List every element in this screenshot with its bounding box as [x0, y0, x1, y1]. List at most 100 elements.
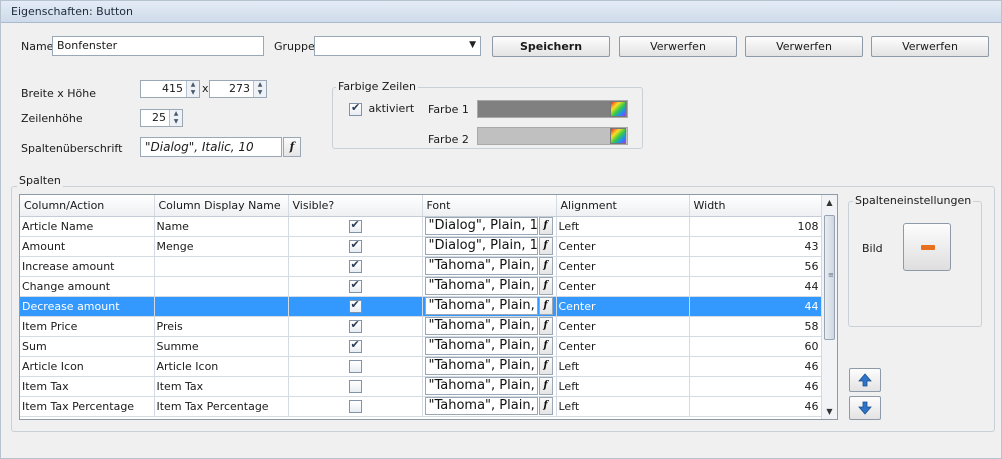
cell-width[interactable]: 108: [689, 216, 824, 237]
cell-alignment[interactable]: Left: [556, 356, 690, 377]
cell-width[interactable]: 46: [689, 356, 824, 377]
visible-checkbox[interactable]: [348, 379, 362, 393]
font-chooser-icon[interactable]: f: [538, 237, 553, 255]
table-row[interactable]: Article NameName "Dialog", Plain, 12fLeft…: [20, 216, 824, 237]
column-header[interactable]: Column Display Name: [154, 195, 289, 217]
table-row[interactable]: Item Tax Percentage Item Tax Percentage "T…: [20, 396, 824, 417]
font-chooser-icon[interactable]: f: [538, 377, 553, 395]
font-chooser-icon[interactable]: f: [538, 297, 553, 315]
table-row[interactable]: Article Icon Article Icon "Tahoma", Plain,…: [20, 356, 824, 377]
farbe1-color-field[interactable]: [477, 100, 628, 118]
cell-font[interactable]: "Tahoma", Plain, 14f: [422, 396, 557, 417]
cell-width[interactable]: 56: [689, 256, 824, 277]
cell-font[interactable]: "Tahoma", Plain, 14f: [422, 316, 557, 337]
name-input[interactable]: Bonfenster: [52, 36, 264, 56]
color-palette-icon[interactable]: [610, 128, 626, 144]
cell-alignment[interactable]: Center: [556, 316, 690, 337]
discard-button-2[interactable]: Verwerfen: [745, 36, 863, 57]
cell-font[interactable]: "Tahoma", Plain, 14f: [422, 356, 557, 377]
font-chooser-icon[interactable]: f: [538, 397, 553, 415]
cell-alignment[interactable]: Center: [556, 296, 690, 317]
cell-display-name[interactable]: Item Tax Percentage: [154, 396, 289, 417]
cell-alignment[interactable]: Center: [556, 276, 690, 297]
column-header[interactable]: Width: [689, 195, 824, 217]
column-header[interactable]: Font: [422, 195, 557, 217]
cell-alignment[interactable]: Center: [556, 256, 690, 277]
cell-width[interactable]: 46: [689, 376, 824, 397]
font-chooser-icon[interactable]: f: [538, 317, 553, 335]
font-chooser-icon[interactable]: f: [283, 137, 301, 157]
cell-action[interactable]: Increase amount: [20, 256, 155, 277]
table-row[interactable]: Item PricePreis "Tahoma", Plain, 14fCente…: [20, 316, 824, 337]
width-spinner[interactable]: 415 ▲ ▼: [140, 80, 200, 98]
column-header[interactable]: Alignment: [556, 195, 690, 217]
cell-font[interactable]: "Tahoma", Plain, 14f: [422, 336, 557, 357]
cell-display-name[interactable]: [154, 296, 289, 317]
table-row[interactable]: AmountMenge "Dialog", Plain, 14fCenter43: [20, 236, 824, 257]
aktiviert-row[interactable]: aktiviert: [349, 101, 414, 116]
column-header[interactable]: Visible?: [288, 195, 423, 217]
cell-alignment[interactable]: Center: [556, 336, 690, 357]
visible-checkbox[interactable]: [348, 318, 362, 333]
cell-action[interactable]: Article Name: [20, 216, 155, 237]
scroll-down-icon[interactable]: ▼: [822, 404, 837, 419]
gruppe-combobox[interactable]: ▼: [314, 36, 481, 56]
zeilenhoehe-spinner[interactable]: 25 ▲ ▼: [140, 109, 183, 127]
height-spinner[interactable]: 273 ▲ ▼: [209, 80, 267, 98]
cell-font[interactable]: "Tahoma", Plain, 14f: [422, 256, 557, 277]
visible-checkbox[interactable]: [348, 399, 362, 413]
cell-alignment[interactable]: Left: [556, 396, 690, 417]
discard-button-1[interactable]: Verwerfen: [619, 36, 737, 57]
column-header[interactable]: Column/Action: [20, 195, 155, 217]
cell-font[interactable]: "Dialog", Plain, 12f: [422, 216, 557, 237]
move-up-button[interactable]: [849, 368, 881, 392]
aktiviert-checkbox[interactable]: [349, 101, 362, 116]
cell-display-name[interactable]: [154, 276, 289, 297]
cell-display-name[interactable]: Menge: [154, 236, 289, 257]
cell-visible[interactable]: [288, 396, 423, 417]
visible-checkbox[interactable]: [348, 278, 362, 293]
font-chooser-icon[interactable]: f: [538, 217, 553, 235]
cell-visible[interactable]: [288, 376, 423, 397]
cell-display-name[interactable]: Name: [154, 216, 289, 237]
cell-alignment[interactable]: Left: [556, 216, 690, 237]
table-row[interactable]: Change amount "Tahoma", Plain, 14fCenter4…: [20, 276, 824, 297]
cell-font[interactable]: "Dialog", Plain, 14f: [422, 236, 557, 257]
cell-width[interactable]: 44: [689, 296, 824, 317]
font-chooser-icon[interactable]: f: [538, 277, 553, 295]
farbe2-color-field[interactable]: [477, 127, 628, 145]
table-row[interactable]: SumSumme "Tahoma", Plain, 14fCenter60: [20, 336, 824, 357]
cell-display-name[interactable]: Summe: [154, 336, 289, 357]
bild-button[interactable]: [903, 223, 951, 271]
visible-checkbox[interactable]: [348, 338, 362, 353]
discard-button-3[interactable]: Verwerfen: [871, 36, 989, 57]
cell-width[interactable]: 44: [689, 276, 824, 297]
spinner-arrows-icon[interactable]: ▲ ▼: [169, 110, 182, 126]
move-down-button[interactable]: [849, 396, 881, 420]
table-row[interactable]: Decrease amount "Tahoma", Plain, 14fCente…: [20, 296, 824, 317]
color-palette-icon[interactable]: [610, 101, 626, 117]
cell-font[interactable]: "Tahoma", Plain, 14f: [422, 376, 557, 397]
cell-alignment[interactable]: Left: [556, 376, 690, 397]
save-button[interactable]: Speichern: [492, 36, 610, 57]
cell-width[interactable]: 58: [689, 316, 824, 337]
table-scrollbar[interactable]: ▲ ≡ ▼: [821, 195, 837, 419]
cell-visible[interactable]: [288, 296, 423, 317]
table-row[interactable]: Increase amount "Tahoma", Plain, 14fCente…: [20, 256, 824, 277]
cell-action[interactable]: Item Tax: [20, 376, 155, 397]
scroll-thumb[interactable]: ≡: [824, 215, 835, 340]
scroll-up-icon[interactable]: ▲: [822, 195, 837, 210]
cell-width[interactable]: 60: [689, 336, 824, 357]
cell-visible[interactable]: [288, 336, 423, 357]
cell-display-name[interactable]: Article Icon: [154, 356, 289, 377]
font-chooser-icon[interactable]: f: [538, 337, 553, 355]
spinner-arrows-icon[interactable]: ▲ ▼: [253, 81, 266, 97]
visible-checkbox[interactable]: [348, 359, 362, 373]
cell-font[interactable]: "Tahoma", Plain, 14f: [422, 276, 557, 297]
font-chooser-icon[interactable]: f: [538, 257, 553, 275]
cell-display-name[interactable]: [154, 256, 289, 277]
cell-width[interactable]: 43: [689, 236, 824, 257]
visible-checkbox[interactable]: [348, 218, 362, 233]
spinner-arrows-icon[interactable]: ▲ ▼: [186, 81, 199, 97]
visible-checkbox[interactable]: [348, 298, 362, 313]
